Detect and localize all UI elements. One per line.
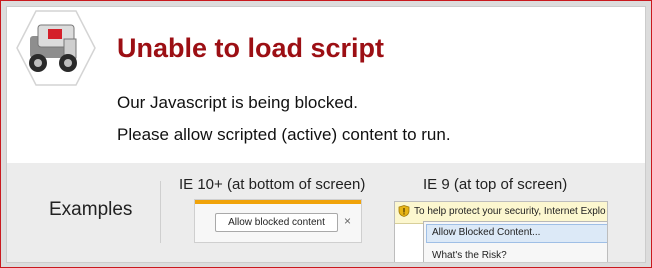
- instruction-message: Please allow scripted (active) content t…: [117, 125, 451, 144]
- ie10-notification-bar: Allow blocked content ×: [194, 199, 362, 243]
- notice-header-area: Unable to load script Our Javascript is …: [7, 7, 645, 163]
- blocked-script-notice: Unable to load script Our Javascript is …: [6, 6, 646, 263]
- page-title: Unable to load script: [117, 33, 385, 63]
- section-divider: [160, 181, 161, 243]
- page-frame: Unable to load script Our Javascript is …: [0, 0, 652, 268]
- menu-item-allow-blocked-content[interactable]: Allow Blocked Content...: [432, 227, 540, 238]
- robot-logo-icon: [16, 10, 96, 86]
- blocked-message: Our Javascript is being blocked.: [117, 93, 358, 112]
- ie9-information-bar: To help protect your security, Internet …: [394, 201, 608, 262]
- examples-label: Examples: [49, 199, 133, 220]
- ie10-caption: IE 10+ (at bottom of screen): [179, 176, 366, 193]
- warning-shield-icon: [398, 205, 410, 217]
- menu-item-whats-the-risk[interactable]: What's the Risk?: [432, 250, 507, 261]
- ie9-caption: IE 9 (at top of screen): [423, 176, 568, 193]
- allow-blocked-content-button[interactable]: Allow blocked content: [215, 213, 338, 232]
- examples-section: Examples IE 10+ (at bottom of screen) Al…: [7, 163, 645, 262]
- infobar-context-menu: Allow Blocked Content... What's the Risk…: [423, 221, 607, 262]
- infobar-text: To help protect your security, Internet …: [414, 206, 606, 217]
- ie10-accent-strip: [195, 200, 361, 204]
- close-icon[interactable]: ×: [344, 214, 351, 228]
